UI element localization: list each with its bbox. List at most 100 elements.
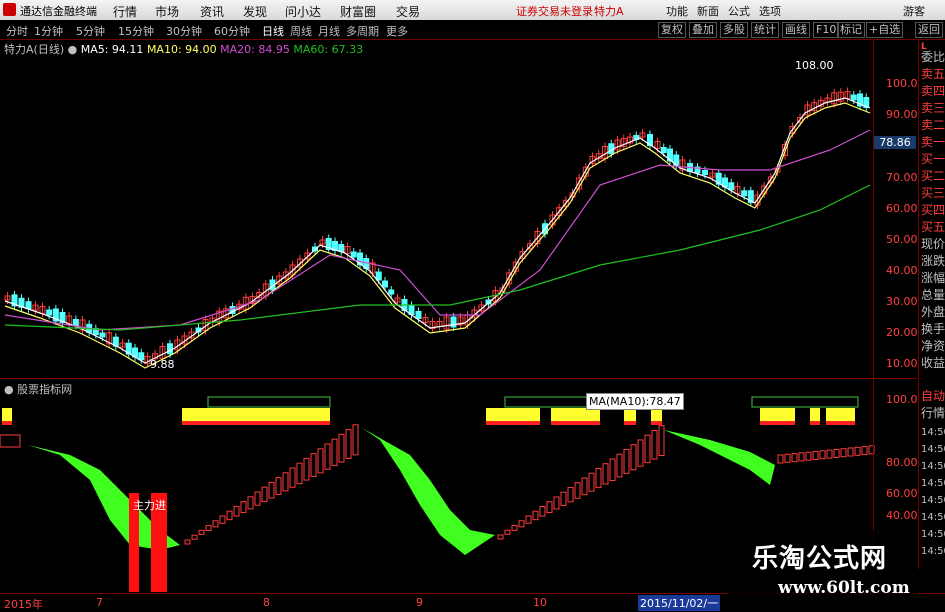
red-step-bar <box>198 529 205 535</box>
candle-body <box>382 280 388 288</box>
red-step-bar <box>345 429 352 459</box>
side-item[interactable]: 总量 <box>921 286 945 303</box>
red-step-bar <box>560 491 567 506</box>
side-item[interactable]: 自动 <box>921 387 945 404</box>
signal-band <box>810 408 820 422</box>
red-step-bar <box>567 486 574 503</box>
red-step-bar <box>497 534 504 540</box>
red-step-bar <box>847 447 854 457</box>
red-step-bar <box>840 448 847 458</box>
candle-body <box>850 94 857 101</box>
side-item[interactable]: 涨跌 <box>921 252 945 269</box>
signal-band-base <box>760 421 795 425</box>
sub-tick: 100.0 <box>886 393 918 406</box>
side-item[interactable]: 委比 <box>921 48 945 65</box>
side-item[interactable]: 现价 <box>921 235 945 252</box>
red-step-bar <box>226 510 233 521</box>
side-item[interactable]: 买一 <box>921 150 945 167</box>
signal-band <box>760 408 795 422</box>
side-item[interactable]: 涨幅 <box>921 269 945 286</box>
red-step-bar <box>644 434 651 464</box>
red-step-bar <box>637 439 644 467</box>
ma-tooltip: MA(MA10):78.47 <box>586 393 684 410</box>
signal-band-base <box>486 421 540 425</box>
side-item[interactable]: 卖一 <box>921 133 945 150</box>
side-item[interactable]: 行情 <box>921 404 945 421</box>
side-item[interactable]: 卖二 <box>921 116 945 133</box>
signal-band-base <box>2 421 12 425</box>
quote-side-panel: L 委比 卖五 卖四 卖三 卖二 卖一 买一 买二 买三 买四 买五 现价 涨跌… <box>918 40 945 569</box>
candle-body <box>99 332 106 338</box>
side-item[interactable]: 买四 <box>921 201 945 218</box>
signal-band-base <box>826 421 855 425</box>
axis-divider <box>873 40 874 593</box>
red-step-bar <box>812 451 819 460</box>
red-step-bar <box>532 510 539 521</box>
red-step-bar <box>854 446 861 456</box>
red-step-bar <box>518 520 525 528</box>
current-price-box: 78.86 <box>874 136 916 149</box>
tick-time: 14:50 <box>921 461 945 472</box>
red-step-bar <box>275 477 282 495</box>
sub-tick: 60.00 <box>886 487 918 500</box>
side-item[interactable]: 收益 <box>921 354 945 371</box>
subchart-title[interactable]: ● 股票指标网 <box>4 381 72 397</box>
candle-body <box>728 182 735 191</box>
side-item[interactable]: 买五 <box>921 218 945 235</box>
price-tick: 30.00 <box>886 295 918 308</box>
time-label: 8 <box>263 596 270 609</box>
red-step-bar <box>602 463 609 485</box>
candle-body <box>660 147 667 153</box>
red-step-bar <box>511 524 518 531</box>
side-item[interactable]: 净资 <box>921 337 945 354</box>
high-annotation: 108.00 <box>795 59 834 72</box>
settings-dot-icon[interactable]: ● <box>4 383 14 396</box>
side-item[interactable]: 外盘 <box>921 303 945 320</box>
red-step-bar <box>296 462 303 485</box>
red-step-bar <box>539 505 546 517</box>
kline-chart[interactable] <box>0 0 945 609</box>
side-item[interactable]: 卖四 <box>921 82 945 99</box>
side-item[interactable]: 卖三 <box>921 99 945 116</box>
red-step-bar <box>212 520 219 528</box>
candle-body <box>375 271 382 281</box>
red-step-bar <box>630 444 637 471</box>
price-tick: 40.00 <box>886 264 918 277</box>
candle-body <box>702 170 708 175</box>
red-step-bar <box>191 534 198 540</box>
red-step-bar <box>826 449 833 459</box>
side-item[interactable]: 卖五 <box>921 65 945 82</box>
red-step-bar <box>553 496 560 510</box>
red-step-bar <box>651 429 658 460</box>
ma60-line <box>4 184 871 331</box>
signal-box <box>751 396 859 408</box>
red-step-bar <box>861 446 868 456</box>
tick-time: 14:50 <box>921 427 945 438</box>
red-step-bar <box>233 505 240 517</box>
signal-band-base <box>810 421 820 425</box>
red-step-bar <box>546 501 553 514</box>
tick-time: 14:50 <box>921 512 945 523</box>
signal-band-base <box>624 421 636 425</box>
side-item[interactable]: 买三 <box>921 184 945 201</box>
red-step-bar <box>504 529 511 535</box>
price-tick: 90.00 <box>886 108 918 121</box>
side-item[interactable]: 买二 <box>921 167 945 184</box>
sub-tick: 80.00 <box>886 456 918 469</box>
pane-divider[interactable] <box>0 378 917 379</box>
candle-body <box>46 309 53 316</box>
candle-body <box>138 352 145 361</box>
candle-body <box>450 316 457 328</box>
sub-tick: 40.00 <box>886 509 918 522</box>
red-step-bar <box>289 467 296 488</box>
red-step-bar <box>777 454 784 464</box>
candle-body <box>388 289 395 295</box>
red-step-bar <box>798 452 805 462</box>
candle-body <box>338 244 345 252</box>
side-item[interactable]: 换手 <box>921 320 945 337</box>
candle-body <box>741 190 748 197</box>
signal-band <box>486 408 540 422</box>
red-step-bar <box>324 443 331 470</box>
red-step-bar <box>205 525 212 531</box>
tick-time: 14:50 <box>921 546 945 557</box>
